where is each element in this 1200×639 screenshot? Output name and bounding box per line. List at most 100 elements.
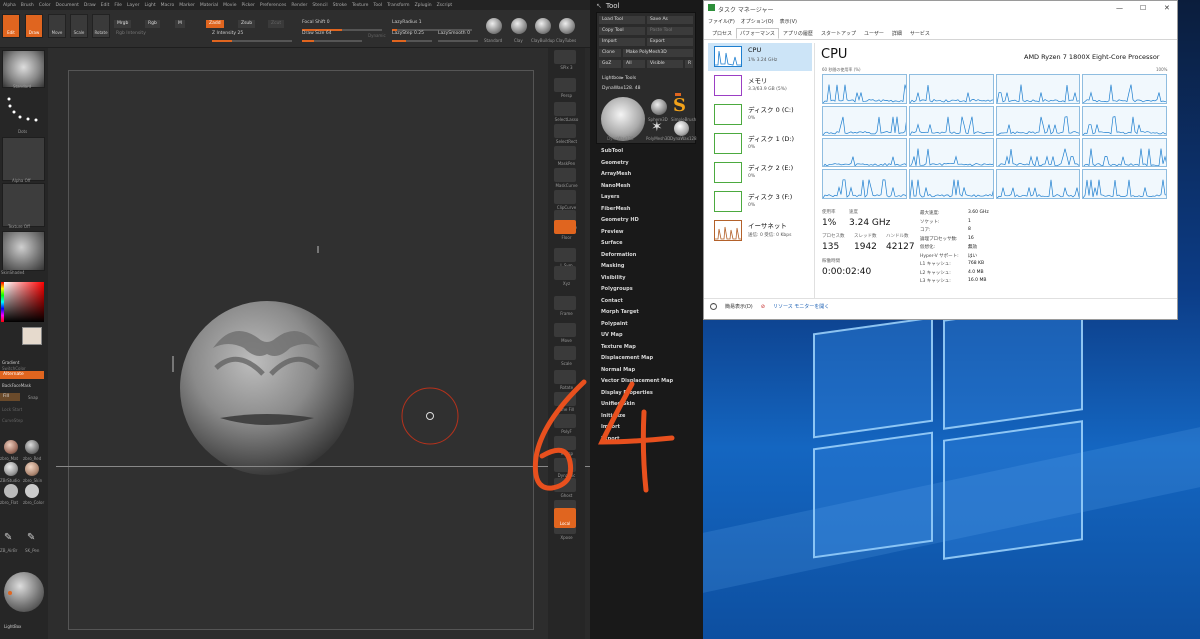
sidebar-item-3[interactable]: ディスク 1 (D:) 0%: [708, 130, 812, 158]
save-as-button[interactable]: Save As: [647, 16, 693, 24]
move-button[interactable]: Move: [48, 14, 66, 38]
fewer-details-link[interactable]: 簡易表示(D): [725, 303, 753, 310]
backface-mask-label[interactable]: BackFaceMask: [2, 383, 31, 388]
local-button[interactable]: Local: [554, 508, 576, 528]
lazy-radius-slider[interactable]: LazyRadius 1: [392, 20, 472, 31]
close-icon[interactable]: ✕: [1164, 4, 1170, 12]
lazy-step-slider[interactable]: LazyStep 0.25: [392, 31, 432, 42]
tool-subpalette-layers[interactable]: Layers: [601, 194, 673, 206]
zb-menu-light[interactable]: Light: [144, 3, 155, 8]
shelf-button-9[interactable]: [554, 248, 576, 262]
make-polymesh-button[interactable]: Make PolyMesh3D: [623, 49, 693, 57]
material-swatch-3[interactable]: [4, 462, 18, 476]
zb-menu-texture[interactable]: Texture: [352, 3, 368, 8]
tool-subpalette-uv-map[interactable]: UV Map: [601, 332, 673, 344]
minimize-icon[interactable]: —: [1116, 4, 1123, 12]
tool-subpalette-morph-target[interactable]: Morph Target: [601, 309, 673, 321]
current-tool-slider[interactable]: DynaWax128. 48: [599, 85, 693, 93]
tool-subpalette-deformation[interactable]: Deformation: [601, 252, 673, 264]
tab-services[interactable]: サービス: [906, 28, 934, 39]
tab-startup[interactable]: スタートアップ: [817, 28, 860, 39]
airbrush-icon[interactable]: ✎: [4, 532, 12, 543]
zb-menu-edit[interactable]: Edit: [101, 3, 110, 8]
zb-menu-render[interactable]: Render: [291, 3, 307, 8]
load-tool-button[interactable]: Load Tool: [599, 16, 645, 24]
tool-subpalette-polygroups[interactable]: Polygroups: [601, 286, 673, 298]
shelf-button-10[interactable]: [554, 266, 576, 280]
tool-subpalette-nanomesh[interactable]: NanoMesh: [601, 183, 673, 195]
tool-subpalette-subtool[interactable]: SubTool: [601, 148, 673, 160]
zb-menu-tool[interactable]: Tool: [373, 3, 382, 8]
zb-menu-stencil[interactable]: Stencil: [312, 3, 327, 8]
curve-step-label[interactable]: CurveStep: [2, 418, 23, 423]
goz-button[interactable]: GoZ: [599, 60, 621, 68]
zb-menu-material[interactable]: Material: [200, 3, 218, 8]
sidebar-item-1[interactable]: メモリ 3.3/63.9 GB (5%): [708, 72, 812, 100]
focal-shift-slider[interactable]: Focal Shift 0: [302, 20, 382, 31]
rotate-button[interactable]: Rotate: [92, 14, 110, 38]
shelf-button-6[interactable]: [554, 190, 576, 204]
zb-menu-document[interactable]: Document: [56, 3, 79, 8]
current-brush-thumb[interactable]: [2, 50, 45, 88]
menu-options[interactable]: オプション(O): [741, 18, 774, 25]
sphere3d-tool-thumb[interactable]: [651, 99, 667, 115]
alternate-button[interactable]: Alternate: [0, 371, 44, 379]
shelf-button-3[interactable]: [554, 124, 576, 138]
lazy-smooth-slider[interactable]: LazySmooth 0: [438, 31, 478, 42]
copy-tool-button[interactable]: Copy Tool: [599, 27, 645, 35]
zb-menu-color[interactable]: Color: [39, 3, 51, 8]
tool-subpalette-fibermesh[interactable]: FiberMesh: [601, 206, 673, 218]
zb-menu-marker[interactable]: Marker: [179, 3, 195, 8]
shelf-button-11[interactable]: [554, 296, 576, 310]
texture-thumb[interactable]: [2, 183, 45, 227]
sidebar-item-0[interactable]: CPU 1% 3.24 GHz: [708, 43, 812, 71]
zsub-button[interactable]: Zsub: [238, 20, 256, 28]
material-thumb[interactable]: [2, 231, 45, 271]
polymesh-star-icon[interactable]: ✶: [651, 119, 663, 135]
tab-app-history[interactable]: アプリの履歴: [779, 28, 817, 39]
lock-start-label[interactable]: Lock Start: [2, 407, 22, 412]
sidebar-item-4[interactable]: ディスク 2 (E:) 0%: [708, 159, 812, 187]
rgb-intensity-slider[interactable]: Rgb Intensity: [116, 31, 196, 40]
menu-view[interactable]: 表示(V): [780, 18, 797, 25]
stroke-thumb[interactable]: [2, 92, 45, 130]
tool-subpalette-preview[interactable]: Preview: [601, 229, 673, 241]
tool-subpalette-contact[interactable]: Contact: [601, 298, 673, 310]
zb-menu-alpha[interactable]: Alpha: [3, 3, 16, 8]
document-canvas[interactable]: [48, 48, 596, 639]
zb-menu-file[interactable]: File: [114, 3, 122, 8]
z-intensity-slider[interactable]: Z Intensity 25: [212, 31, 292, 42]
import-button[interactable]: Import: [599, 38, 645, 46]
simplebrush-tool-icon[interactable]: S: [673, 95, 686, 116]
color-picker[interactable]: [4, 282, 44, 322]
zb-menu-transform[interactable]: Transform: [387, 3, 409, 8]
menu-file[interactable]: ファイル(F): [708, 18, 735, 25]
zcut-button[interactable]: Zcut: [268, 20, 285, 28]
pen-icon[interactable]: ✎: [27, 532, 35, 543]
zb-menu-macro[interactable]: Macro: [161, 3, 175, 8]
m-button[interactable]: M: [175, 20, 185, 28]
standard-brush-icon[interactable]: [486, 18, 502, 34]
material-swatch-2[interactable]: [25, 440, 39, 454]
zb-menu-draw[interactable]: Draw: [84, 3, 96, 8]
tab-users[interactable]: ユーザー: [860, 28, 888, 39]
scale-button[interactable]: Scale: [70, 14, 88, 38]
clone-button[interactable]: Clone: [599, 49, 621, 57]
rgb-button[interactable]: Rgb: [145, 20, 160, 28]
zb-menu-zscript[interactable]: Zscript: [437, 3, 453, 8]
fill-button[interactable]: Fill: [0, 393, 20, 401]
tool-subpalette-texture-map[interactable]: Texture Map: [601, 344, 673, 356]
tab-details[interactable]: 詳細: [888, 28, 906, 39]
zb-menu-movie[interactable]: Movie: [223, 3, 236, 8]
dynamic-label[interactable]: Dynamic: [368, 33, 386, 38]
material-swatch-5[interactable]: [4, 484, 18, 498]
tool-subpalette-geometry[interactable]: Geometry: [601, 160, 673, 172]
r-button[interactable]: R: [685, 60, 693, 68]
sculpt-sphere[interactable]: [180, 301, 354, 475]
zb-menu-zplugin[interactable]: Zplugin: [415, 3, 432, 8]
dynawax-small-thumb[interactable]: [674, 121, 689, 136]
shelf-button-0[interactable]: [554, 50, 576, 64]
hue-strip[interactable]: [1, 282, 4, 322]
lightbox-tools-button[interactable]: Lightbox▸ Tools: [599, 75, 693, 83]
zadd-button[interactable]: Zadd: [206, 20, 224, 28]
